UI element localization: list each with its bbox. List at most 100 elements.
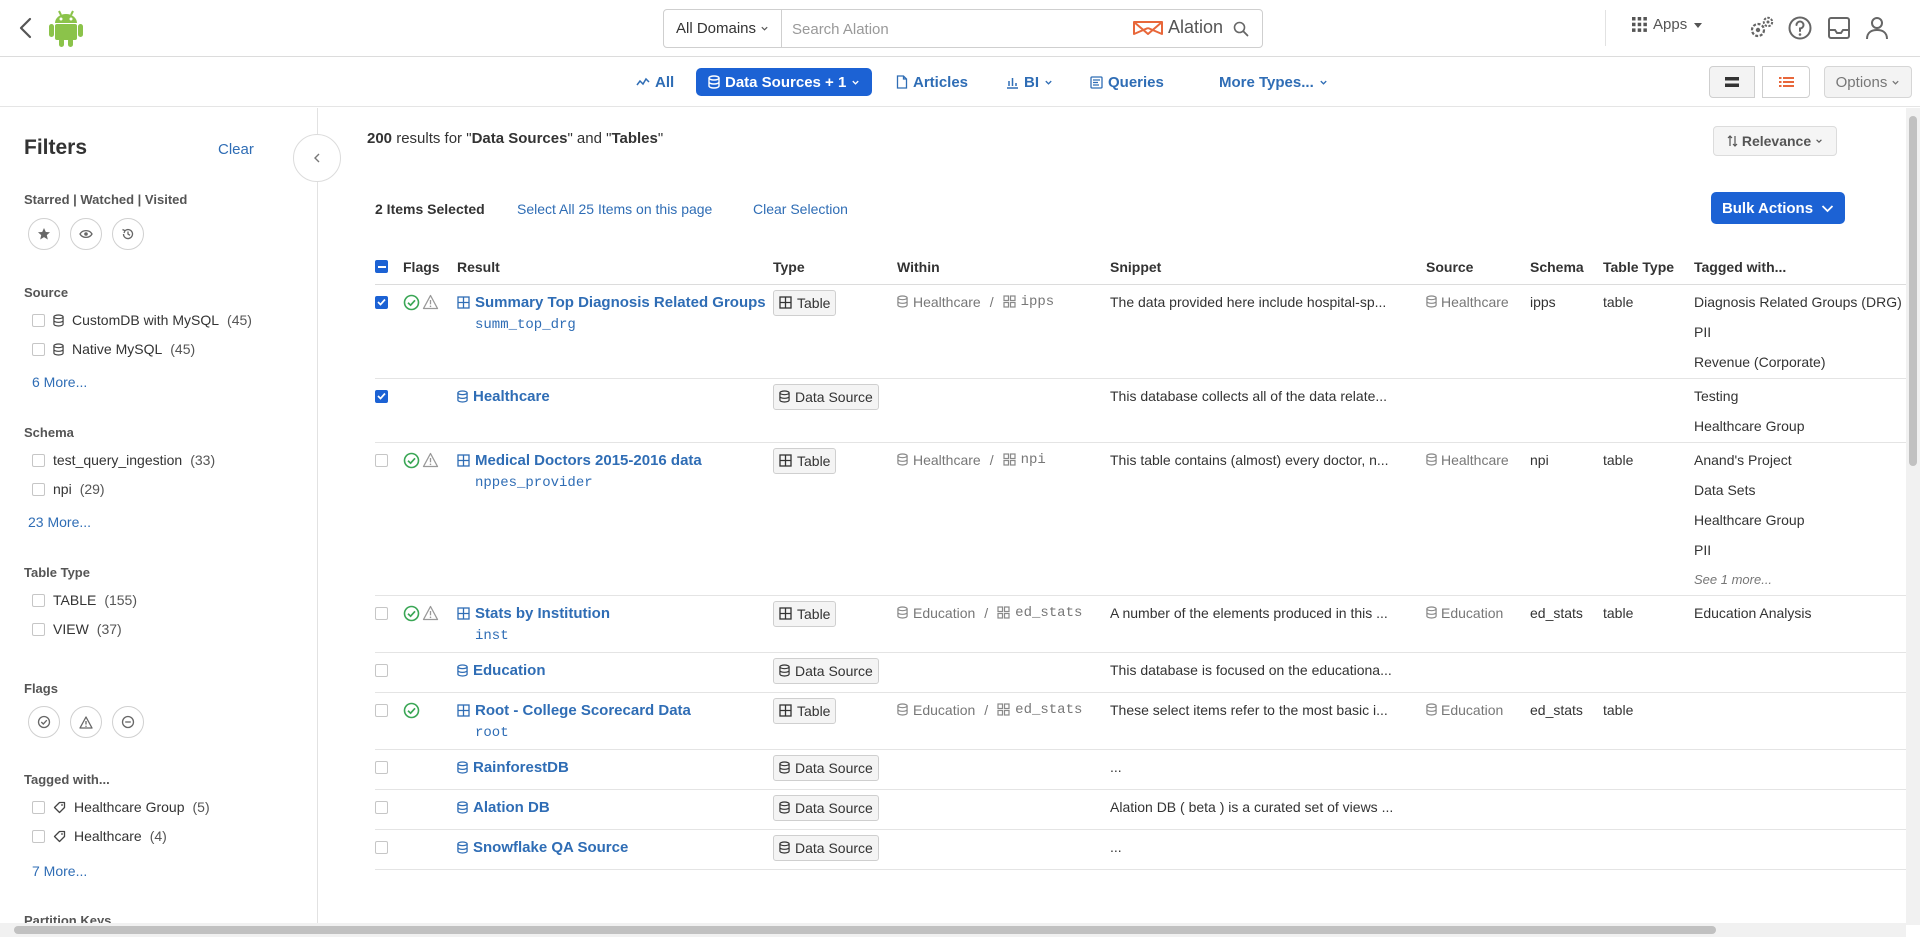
within-datasource[interactable]: Education bbox=[913, 702, 975, 718]
table-row[interactable]: Medical Doctors 2015-2016 data nppes_prov… bbox=[375, 442, 1906, 596]
result-title-link[interactable]: Healthcare bbox=[457, 388, 773, 405]
tagged-more-link[interactable]: 7 More... bbox=[32, 863, 87, 879]
checkbox[interactable] bbox=[32, 313, 45, 327]
result-title-link[interactable]: Medical Doctors 2015-2016 data bbox=[457, 452, 773, 469]
table-row[interactable]: Root - College Scorecard Data root Table Ed… bbox=[375, 692, 1906, 750]
row-checkbox[interactable] bbox=[375, 663, 388, 677]
tab-articles[interactable]: Articles bbox=[896, 68, 968, 96]
within-datasource[interactable]: Healthcare bbox=[913, 294, 981, 310]
within-schema[interactable]: ed_stats bbox=[1015, 702, 1082, 718]
settings-gears-icon[interactable] bbox=[1748, 14, 1776, 42]
filters-clear-link[interactable]: Clear bbox=[218, 141, 254, 158]
result-title-link[interactable]: Stats by Institution bbox=[457, 605, 773, 622]
tag-item[interactable]: Healthcare Group bbox=[1694, 418, 1906, 434]
vertical-scrollbar[interactable] bbox=[1906, 108, 1920, 925]
result-subtitle[interactable]: nppes_provider bbox=[457, 475, 773, 491]
starred-filter-button[interactable] bbox=[28, 218, 60, 250]
within-schema[interactable]: ed_stats bbox=[1015, 605, 1082, 621]
help-icon[interactable] bbox=[1786, 14, 1814, 42]
row-checkbox[interactable] bbox=[375, 703, 388, 717]
bulk-actions-button[interactable]: Bulk Actions bbox=[1711, 192, 1845, 224]
list-view-toggle[interactable] bbox=[1762, 66, 1810, 98]
tag-item[interactable]: PII bbox=[1694, 542, 1906, 558]
table-row[interactable]: Education Data Source This database is foc… bbox=[375, 652, 1906, 693]
row-checkbox[interactable] bbox=[375, 295, 388, 309]
table-row[interactable]: Summary Top Diagnosis Related Groups summ… bbox=[375, 284, 1906, 379]
result-title-link[interactable]: Education bbox=[457, 662, 773, 679]
row-checkbox[interactable] bbox=[375, 606, 388, 620]
schema-more-link[interactable]: 23 More... bbox=[28, 514, 91, 530]
row-checkbox[interactable] bbox=[375, 840, 388, 854]
within-datasource[interactable]: Healthcare bbox=[913, 452, 981, 468]
source-link[interactable]: Healthcare bbox=[1426, 294, 1530, 310]
tag-item[interactable]: PII bbox=[1694, 324, 1906, 340]
clear-selection-link[interactable]: Clear Selection bbox=[753, 201, 848, 217]
filter-source-customdb[interactable]: CustomDB with MySQL (45) bbox=[32, 312, 252, 328]
checkbox[interactable] bbox=[32, 800, 45, 814]
within-datasource[interactable]: Education bbox=[913, 605, 975, 621]
checkbox[interactable] bbox=[32, 482, 45, 496]
tab-more-types[interactable]: More Types... bbox=[1219, 68, 1328, 96]
result-subtitle[interactable]: inst bbox=[457, 628, 773, 644]
checkbox[interactable] bbox=[32, 453, 45, 467]
within-schema[interactable]: npi bbox=[1021, 452, 1046, 468]
checkbox[interactable] bbox=[32, 593, 45, 607]
row-checkbox[interactable] bbox=[375, 453, 388, 467]
tab-bi[interactable]: BI bbox=[1006, 68, 1053, 96]
table-row[interactable]: Snowflake QA Source Data Source... bbox=[375, 829, 1906, 870]
back-arrow-icon[interactable] bbox=[16, 16, 36, 40]
filter-table-type-table[interactable]: TABLE (155) bbox=[32, 592, 137, 608]
vertical-scrollbar-thumb[interactable] bbox=[1909, 116, 1917, 466]
table-row[interactable]: Healthcare Data Source This database colle… bbox=[375, 378, 1906, 443]
visited-filter-button[interactable] bbox=[112, 218, 144, 250]
filter-tag-healthcare-group[interactable]: Healthcare Group (5) bbox=[32, 799, 210, 815]
horizontal-scrollbar[interactable] bbox=[0, 923, 1906, 937]
source-more-link[interactable]: 6 More... bbox=[32, 374, 87, 390]
row-checkbox[interactable] bbox=[375, 389, 388, 403]
sort-relevance-button[interactable]: Relevance bbox=[1713, 126, 1837, 156]
tab-data-sources[interactable]: Data Sources + 1 bbox=[696, 68, 873, 96]
tab-queries[interactable]: Queries bbox=[1090, 68, 1164, 96]
tag-item[interactable]: Anand's Project bbox=[1694, 452, 1906, 468]
search-icon[interactable] bbox=[1232, 20, 1250, 38]
tag-item[interactable]: Revenue (Corporate) bbox=[1694, 354, 1906, 370]
filter-tag-healthcare[interactable]: Healthcare (4) bbox=[32, 828, 167, 844]
inbox-icon[interactable] bbox=[1825, 14, 1853, 42]
result-title-link[interactable]: Summary Top Diagnosis Related Groups bbox=[457, 294, 773, 311]
see-more-tags-link[interactable]: See 1 more... bbox=[1694, 572, 1906, 587]
domain-select[interactable]: All Domains bbox=[664, 10, 782, 47]
result-subtitle[interactable]: root bbox=[457, 725, 773, 741]
filter-schema-test-query-ingestion[interactable]: test_query_ingestion (33) bbox=[32, 452, 215, 468]
checkbox[interactable] bbox=[32, 342, 45, 356]
source-link[interactable]: Education bbox=[1426, 702, 1530, 718]
indeterminate-checkbox-icon[interactable] bbox=[375, 260, 388, 274]
tag-item[interactable]: Education Analysis bbox=[1694, 605, 1906, 621]
endorsed-flag-filter-button[interactable] bbox=[28, 706, 60, 738]
tag-item[interactable]: Healthcare Group bbox=[1694, 512, 1906, 528]
warning-flag-filter-button[interactable] bbox=[70, 706, 102, 738]
row-checkbox[interactable] bbox=[375, 800, 388, 814]
compact-view-toggle[interactable] bbox=[1709, 66, 1755, 98]
result-title-link[interactable]: RainforestDB bbox=[457, 759, 773, 776]
result-title-link[interactable]: Snowflake QA Source bbox=[457, 839, 773, 856]
deprecated-flag-filter-button[interactable] bbox=[112, 706, 144, 738]
checkbox[interactable] bbox=[32, 829, 45, 843]
tag-item[interactable]: Testing bbox=[1694, 388, 1906, 404]
horizontal-scrollbar-thumb[interactable] bbox=[14, 926, 1716, 934]
filter-table-type-view[interactable]: VIEW (37) bbox=[32, 621, 122, 637]
source-link[interactable]: Education bbox=[1426, 605, 1530, 621]
tag-item[interactable]: Data Sets bbox=[1694, 482, 1906, 498]
result-subtitle[interactable]: summ_top_drg bbox=[457, 317, 773, 333]
result-title-link[interactable]: Alation DB bbox=[457, 799, 773, 816]
table-row[interactable]: Stats by Institution inst Table Education / e… bbox=[375, 595, 1906, 653]
options-button[interactable]: Options bbox=[1824, 66, 1912, 98]
user-profile-icon[interactable] bbox=[1863, 14, 1891, 42]
header-select-all-checkbox[interactable] bbox=[375, 250, 403, 285]
row-checkbox[interactable] bbox=[375, 760, 388, 774]
collapse-sidebar-button[interactable] bbox=[293, 134, 341, 182]
table-row[interactable]: Alation DB Data Source Alation DB ( beta )… bbox=[375, 789, 1906, 830]
checkbox[interactable] bbox=[32, 622, 45, 636]
table-row[interactable]: RainforestDB Data Source... bbox=[375, 749, 1906, 790]
tag-item[interactable]: Diagnosis Related Groups (DRG) bbox=[1694, 294, 1906, 310]
filter-source-native-mysql[interactable]: Native MySQL (45) bbox=[32, 341, 195, 357]
